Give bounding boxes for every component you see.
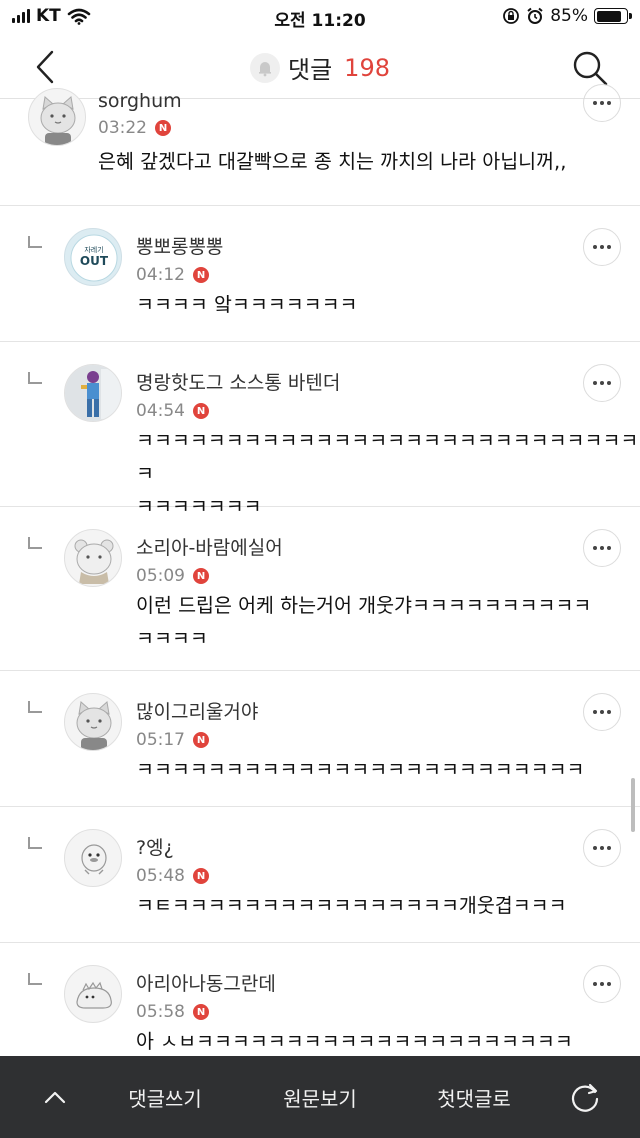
reply-indicator-icon: [28, 372, 42, 384]
comment-text: ㅋㅋㅋㅋㅋㅋㅋㅋㅋㅋㅋㅋㅋㅋㅋㅋㅋㅋㅋㅋㅋㅋㅋㅋㅋ: [136, 758, 585, 781]
battery-percent: 85%: [550, 6, 588, 26]
header-title-group: 댓글 198: [0, 50, 640, 85]
dino-avatar[interactable]: [64, 965, 122, 1023]
comment-nickname[interactable]: 많이그리울거야: [136, 697, 258, 724]
battery-icon: [594, 8, 632, 24]
svg-text:OUT: OUT: [80, 254, 109, 268]
rotation-lock-icon: [503, 8, 520, 24]
out-avatar[interactable]: 자레기 OUT: [64, 228, 122, 286]
bottom-action-bar: 댓글쓰기 원문보기 첫댓글로: [0, 1056, 640, 1138]
comment-nickname[interactable]: sorghum: [98, 90, 182, 112]
comment-item: 아리아나동그란데 05:58 N 아 ㅅㅂㅋㅋㅋㅋㅋㅋㅋㅋㅋㅋㅋㅋㅋㅋㅋㅋㅋㅋㅋㅋ…: [0, 943, 640, 1063]
new-badge: N: [193, 868, 209, 884]
page-title: 댓글: [288, 56, 333, 84]
write-comment-button[interactable]: 댓글쓰기: [105, 1056, 225, 1138]
comment-meta: ?엥¿ 05:48 N: [136, 833, 209, 886]
refresh-button[interactable]: [550, 1056, 620, 1138]
comment-nickname[interactable]: 명랑핫도그 소스통 바텐더: [136, 368, 340, 395]
status-bar: KT 오전 11:20 85%: [0, 0, 640, 36]
more-options-button[interactable]: [583, 965, 621, 1003]
duck-avatar[interactable]: [64, 829, 122, 887]
comment-time: 04:54: [136, 401, 185, 421]
chevron-up-icon: [44, 1091, 66, 1104]
more-options-button[interactable]: [583, 364, 621, 402]
comment-text: ㅋㅌㅋㅋㅋㅋㅋㅋㅋㅋㅋㅋㅋㅋㅋㅋㅋㅋ개웃겹ㅋㅋㅋ: [136, 894, 567, 917]
comment-meta: 뽕뽀롱뽕뽕 04:12 N: [136, 232, 223, 285]
bear-avatar[interactable]: [64, 529, 122, 587]
comment-meta: sorghum 03:22 N: [98, 90, 182, 138]
reply-indicator-icon: [28, 236, 42, 248]
comment-nickname[interactable]: 아리아나동그란데: [136, 969, 276, 996]
comment-meta: 아리아나동그란데 05:58 N: [136, 969, 276, 1022]
photo-avatar[interactable]: [64, 364, 122, 422]
comment-nickname[interactable]: 소리아-바람에실어: [136, 533, 283, 560]
comment-text: 이런 드립은 어케 하는거어 개웃갸ㅋㅋㅋㅋㅋㅋㅋㅋㅋㅋ ㅋㅋㅋㅋ: [136, 594, 592, 650]
comment-nickname[interactable]: ?엥¿: [136, 833, 209, 860]
comment-item: sorghum 03:22 N 은혜 갚겠다고 대갈빡으로 종 치는 까치의 나라…: [0, 84, 640, 206]
new-badge: N: [193, 267, 209, 283]
comment-time: 05:58: [136, 1002, 185, 1022]
new-badge: N: [193, 1004, 209, 1020]
reply-indicator-icon: [28, 537, 42, 549]
cat-avatar[interactable]: [28, 88, 86, 146]
comment-text: ㅋㅋㅋㅋ 앜ㅋㅋㅋㅋㅋㅋㅋ: [136, 293, 358, 316]
more-options-button[interactable]: [583, 529, 621, 567]
scroll-top-button[interactable]: [20, 1056, 90, 1138]
first-comment-button[interactable]: 첫댓글로: [414, 1056, 534, 1138]
reply-indicator-icon: [28, 973, 42, 985]
scrollbar-thumb[interactable]: [631, 778, 635, 832]
reply-indicator-icon: [28, 701, 42, 713]
comment-text: 아 ㅅㅂㅋㅋㅋㅋㅋㅋㅋㅋㅋㅋㅋㅋㅋㅋㅋㅋㅋㅋㅋㅋㅋ: [136, 1030, 573, 1053]
bell-icon[interactable]: [250, 52, 280, 83]
comment-meta: 많이그리울거야 05:17 N: [136, 697, 258, 750]
comment-time: 04:12: [136, 265, 185, 285]
comment-item: 많이그리울거야 05:17 N ㅋㅋㅋㅋㅋㅋㅋㅋㅋㅋㅋㅋㅋㅋㅋㅋㅋㅋㅋㅋㅋㅋㅋㅋㅋ: [0, 671, 640, 807]
status-right: 85%: [502, 6, 632, 26]
refresh-icon: [571, 1083, 599, 1112]
more-options-button[interactable]: [583, 84, 621, 122]
comment-text: 은혜 갚겠다고 대갈빡으로 종 치는 까치의 나라 아닙니꺼,,: [98, 150, 567, 173]
comment-time: 05:48: [136, 866, 185, 886]
comment-count: 198: [344, 53, 390, 82]
comment-item: 자레기 OUT 뽕뽀롱뽕뽕 04:12 N ㅋㅋㅋㅋ 앜ㅋㅋㅋㅋㅋㅋㅋ: [0, 206, 640, 342]
comment-time: 05:09: [136, 566, 185, 586]
cat-avatar[interactable]: [64, 693, 122, 751]
new-badge: N: [193, 403, 209, 419]
comment-item: 소리아-바람에실어 05:09 N 이런 드립은 어케 하는거어 개웃갸ㅋㅋㅋㅋㅋ…: [0, 507, 640, 671]
new-badge: N: [193, 568, 209, 584]
more-options-button[interactable]: [583, 693, 621, 731]
comment-time: 03:22: [98, 118, 147, 138]
new-badge: N: [193, 732, 209, 748]
more-options-button[interactable]: [583, 228, 621, 266]
more-options-button[interactable]: [583, 829, 621, 867]
search-icon[interactable]: [570, 48, 610, 88]
svg-text:자레기: 자레기: [84, 245, 103, 254]
comment-nickname[interactable]: 뽕뽀롱뽕뽕: [136, 232, 223, 259]
comment-item: 명랑핫도그 소스통 바텐더 04:54 N ㅋㅋㅋㅋㅋㅋㅋㅋㅋㅋㅋㅋㅋㅋㅋㅋㅋㅋㅋ…: [0, 342, 640, 518]
comment-meta: 명랑핫도그 소스통 바텐더 04:54 N: [136, 368, 340, 421]
reply-indicator-icon: [28, 837, 42, 849]
comment-meta: 소리아-바람에실어 05:09 N: [136, 533, 283, 586]
alarm-icon: [527, 7, 543, 24]
comment-time: 05:17: [136, 730, 185, 750]
view-original-button[interactable]: 원문보기: [260, 1056, 380, 1138]
new-badge: N: [155, 120, 171, 136]
comment-item: ?엥¿ 05:48 N ㅋㅌㅋㅋㅋㅋㅋㅋㅋㅋㅋㅋㅋㅋㅋㅋㅋㅋ개웃겹ㅋㅋㅋ: [0, 807, 640, 943]
